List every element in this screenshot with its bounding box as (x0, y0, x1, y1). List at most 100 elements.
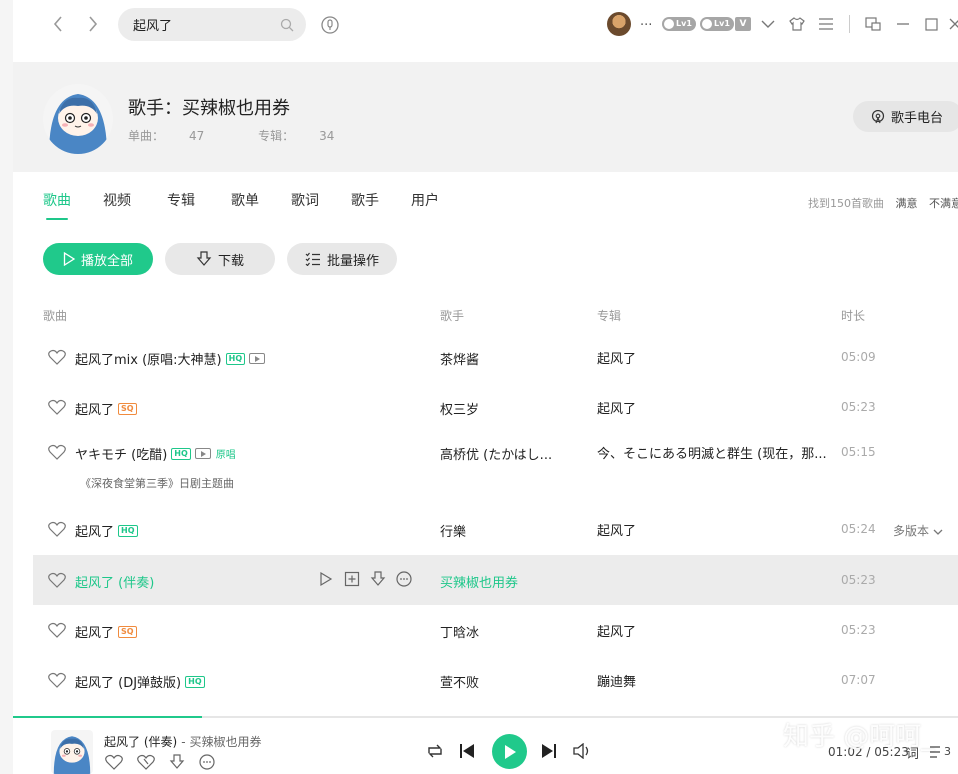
multi-version-dropdown[interactable]: 多版本 (893, 522, 943, 539)
song-row[interactable]: 起风了 SQ 权三岁 起风了 05:23 (33, 382, 958, 432)
song-row-hovered[interactable]: 起风了 (伴奏) 买辣椒也用券 05:23 (33, 555, 958, 605)
song-singer[interactable]: 丁晗冰 (440, 622, 479, 641)
tab-songs[interactable]: 歌曲 (43, 190, 71, 220)
previous-track-icon[interactable] (459, 743, 475, 759)
like-heart-icon[interactable] (48, 672, 66, 688)
column-album[interactable]: 专辑 (597, 307, 621, 324)
radio-label: 歌手电台 (891, 111, 944, 126)
download-button[interactable]: 下载 (165, 243, 275, 275)
loop-mode-icon[interactable] (426, 743, 444, 759)
song-title[interactable]: 起风了 (伴奏) (75, 572, 154, 591)
song-album[interactable]: 今、そこにある明滅と群生 (现在，那... (597, 443, 827, 462)
song-title[interactable]: 起风了 SQ (75, 399, 137, 418)
menu-icon[interactable] (816, 14, 836, 34)
more-icon[interactable] (199, 754, 215, 770)
albums-count: 34 (319, 129, 335, 143)
song-singer[interactable]: 权三岁 (440, 399, 479, 418)
username[interactable]: ... (640, 14, 652, 29)
song-album[interactable]: 起风了 (597, 520, 636, 539)
song-row[interactable]: 起风了mix (原唱:大神慧) HQ 茶烨酱 起风了 05:09 (33, 332, 958, 382)
tab-videos[interactable]: 视频 (103, 190, 131, 210)
radio-icon (871, 109, 885, 123)
artist-radio-button[interactable]: 歌手电台 (853, 101, 958, 132)
download-icon[interactable] (370, 571, 386, 587)
like-heart-icon[interactable] (48, 399, 66, 415)
voice-search-icon[interactable] (319, 14, 341, 36)
vip-level-badge[interactable]: Lv1 (662, 17, 696, 31)
sq-badge: SQ (118, 625, 137, 638)
play-pause-button[interactable] (492, 734, 527, 769)
song-title[interactable]: 起风了 HQ (75, 521, 138, 540)
column-singer[interactable]: 歌手 (440, 307, 464, 324)
like-heart-icon[interactable] (48, 572, 66, 588)
like-heart-icon[interactable] (48, 444, 66, 460)
search-input[interactable] (133, 17, 280, 32)
column-song[interactable]: 歌曲 (43, 307, 67, 324)
song-duration: 05:23 (841, 573, 876, 587)
original-singer-link[interactable]: 原唱 (216, 446, 236, 461)
play-icon[interactable] (318, 571, 334, 587)
mini-mode-icon[interactable] (863, 14, 883, 34)
chevron-down-icon[interactable] (758, 14, 778, 34)
song-singer[interactable]: 行樂 (440, 521, 466, 540)
like-heart-icon[interactable] (48, 622, 66, 638)
column-duration[interactable]: 时长 (841, 307, 865, 324)
song-singer[interactable]: 萱不败 (440, 672, 479, 691)
tab-singers[interactable]: 歌手 (351, 190, 379, 210)
albums-label: 专辑： (258, 129, 295, 143)
now-playing-artist[interactable]: 买辣椒也用券 (190, 735, 262, 749)
song-singer[interactable]: 茶烨酱 (440, 349, 479, 368)
play-all-button[interactable]: 播放全部 (43, 243, 153, 275)
now-playing-cover[interactable] (51, 730, 93, 774)
satisfied-link[interactable]: 满意 (896, 197, 918, 210)
skin-icon[interactable] (787, 14, 807, 34)
download-icon[interactable] (169, 754, 185, 770)
user-avatar[interactable] (607, 12, 631, 36)
song-title[interactable]: 起风了 (DJ弹鼓版) HQ (75, 672, 205, 691)
add-to-playlist-icon[interactable] (344, 571, 360, 587)
song-album[interactable]: 起风了 (597, 348, 636, 367)
watermark: 知乎 @呵呵_ (783, 722, 935, 752)
search-icon[interactable] (280, 18, 294, 32)
song-album[interactable]: 蹦迪舞 (597, 671, 636, 690)
song-title[interactable]: 起风了mix (原唱:大神慧) HQ (75, 349, 266, 368)
unsatisfied-link[interactable]: 不满意 (929, 197, 958, 210)
tab-albums[interactable]: 专辑 (167, 190, 195, 210)
song-album[interactable]: 起风了 (597, 621, 636, 640)
more-icon[interactable] (396, 571, 412, 587)
song-row[interactable]: 起风了 HQ 行樂 起风了 05:24 多版本 (33, 504, 958, 554)
song-title[interactable]: 起风了 SQ (75, 622, 137, 641)
song-row[interactable]: 起风了 (DJ弹鼓版) HQ 萱不败 蹦迪舞 07:07 (33, 655, 958, 705)
now-playing-title[interactable]: 起风了 (伴奏) (104, 735, 177, 749)
v-badge-icon[interactable]: V (735, 17, 751, 31)
result-count: 找到150首歌曲 (808, 197, 884, 210)
song-singer[interactable]: 高桥优 (たかはし... (440, 444, 552, 463)
mv-icon[interactable] (194, 448, 211, 459)
search-box[interactable] (118, 8, 306, 41)
tab-playlists[interactable]: 歌单 (231, 190, 259, 210)
forward-arrow-icon[interactable] (81, 12, 105, 36)
like-heart-icon[interactable] (105, 754, 123, 770)
song-row[interactable]: ヤキモチ (吃醋) HQ 原唱 《深夜食堂第三季》日剧主题曲 高桥优 (たかはし..… (33, 432, 958, 504)
like-heart-icon[interactable] (48, 349, 66, 365)
song-title[interactable]: ヤキモチ (吃醋) HQ 原唱 (75, 444, 236, 463)
dislike-heart-icon[interactable] (137, 754, 155, 770)
maximize-icon[interactable] (921, 14, 941, 34)
close-icon[interactable] (945, 14, 958, 34)
next-track-icon[interactable] (541, 743, 557, 759)
tab-lyrics[interactable]: 歌词 (291, 190, 319, 210)
top-bar: ... Lv1 Lv1 V (13, 0, 958, 62)
song-row[interactable]: 起风了 SQ 丁晗冰 起风了 05:23 (33, 605, 958, 655)
mv-icon[interactable] (249, 353, 266, 364)
like-heart-icon[interactable] (48, 521, 66, 537)
batch-operation-button[interactable]: 批量操作 (287, 243, 397, 275)
song-singer[interactable]: 买辣椒也用券 (440, 572, 518, 591)
minimize-icon[interactable] (893, 14, 913, 34)
artist-avatar[interactable] (43, 84, 113, 154)
tab-users[interactable]: 用户 (411, 190, 439, 210)
singles-label: 单曲： (128, 129, 165, 143)
music-level-badge[interactable]: Lv1 (700, 17, 734, 31)
song-album[interactable]: 起风了 (597, 398, 636, 417)
volume-icon[interactable] (573, 743, 591, 759)
back-arrow-icon[interactable] (46, 12, 70, 36)
